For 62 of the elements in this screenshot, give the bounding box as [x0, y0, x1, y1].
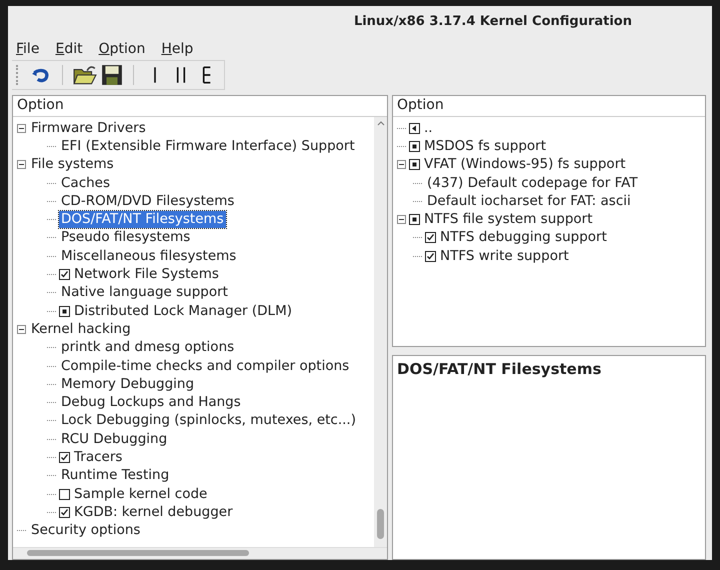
back-box-icon[interactable] — [409, 122, 420, 134]
tree-item[interactable]: NTFS file system support — [422, 211, 595, 228]
tree-item[interactable]: DOS/FAT/NT Filesystems — [59, 211, 226, 228]
menu-box-icon — [409, 214, 420, 226]
collapse-icon[interactable] — [397, 215, 406, 224]
tree-item[interactable]: NTFS debugging support — [438, 229, 609, 246]
tree-item[interactable]: CD-ROM/DVD Filesystems — [59, 192, 236, 210]
tree-item[interactable]: Security options — [29, 522, 142, 540]
checkbox[interactable] — [425, 232, 436, 244]
vertical-scrollbar[interactable] — [374, 117, 387, 547]
tree-item[interactable]: Firmware Drivers — [29, 120, 148, 137]
tree-item[interactable]: Lock Debugging (spinlocks, mutexes, etc...) — [59, 412, 358, 430]
checkbox[interactable] — [59, 452, 70, 463]
collapse-icon[interactable] — [17, 160, 26, 170]
save-icon[interactable] — [101, 64, 123, 86]
tree-item[interactable]: RCU Debugging — [59, 430, 170, 448]
checkbox[interactable] — [59, 269, 70, 280]
tree-item[interactable]: Miscellaneous filesystems — [59, 248, 238, 265]
window-title: Linux/x86 3.17.4 Kernel Configuration — [354, 14, 632, 28]
checkbox[interactable] — [59, 506, 70, 518]
scrollbar-thumb[interactable] — [377, 509, 384, 539]
tree-item[interactable]: Native language support — [59, 284, 230, 302]
tree-item[interactable]: Sample kernel code — [72, 486, 210, 503]
tree-item[interactable]: EFI (Extensible Firmware Interface) Support — [59, 138, 357, 155]
tree-item[interactable]: VFAT (Windows-95) fs support — [422, 156, 628, 174]
tree-item[interactable]: Network File Systems — [72, 266, 221, 284]
tree-item[interactable]: Distributed Lock Manager (DLM) — [72, 302, 294, 320]
collapse-icon[interactable] — [17, 124, 26, 133]
menu-item[interactable]: Edit — [53, 40, 85, 58]
tree-item[interactable]: Memory Debugging — [59, 376, 196, 393]
tree-item[interactable]: printk and dmesg options — [59, 339, 236, 356]
menu-box-icon — [59, 306, 70, 317]
tree-item[interactable]: KGDB: kernel debugger — [72, 504, 235, 521]
checkbox[interactable] — [425, 250, 436, 262]
menu-box-icon — [409, 159, 420, 170]
tree-item[interactable]: Tracers — [72, 448, 124, 466]
tree-item[interactable]: Compile-time checks and compiler options — [59, 358, 352, 374]
folder-icon[interactable] — [73, 64, 97, 86]
tree-item[interactable]: (437) Default codepage for FAT — [425, 174, 640, 192]
menu-item[interactable]: File — [14, 40, 42, 58]
horizontal-scrollbar[interactable] — [13, 547, 387, 559]
column-header: Option — [393, 96, 705, 117]
column-header: Option — [13, 96, 387, 117]
tree-item[interactable]: Pseudo filesystems — [59, 229, 192, 246]
tree-item[interactable]: NTFS write support — [438, 248, 571, 265]
tree-item[interactable]: Caches — [59, 174, 112, 192]
collapse-icon[interactable] — [397, 160, 406, 170]
tree-item[interactable]: Debug Lockups and Hangs — [59, 394, 243, 412]
menu-item[interactable]: Option — [96, 40, 148, 58]
scroll-up-icon[interactable] — [376, 121, 384, 126]
tree-item[interactable]: Default iocharset for FAT: ascii — [425, 192, 633, 210]
collapse-icon[interactable] — [17, 324, 26, 334]
menu-box-icon — [409, 140, 420, 152]
menu-item[interactable]: Help — [159, 40, 196, 58]
tree-item[interactable]: Kernel hacking — [29, 320, 133, 338]
tree-item[interactable]: Runtime Testing — [59, 467, 172, 484]
tree-item[interactable]: .. — [422, 120, 435, 137]
tree-item[interactable]: File systems — [29, 156, 116, 174]
help-title: DOS/FAT/NT Filesystems — [396, 359, 602, 380]
scrollbar-thumb[interactable] — [27, 550, 249, 556]
tree-item[interactable]: MSDOS fs support — [422, 138, 548, 155]
checkbox[interactable] — [59, 488, 70, 500]
